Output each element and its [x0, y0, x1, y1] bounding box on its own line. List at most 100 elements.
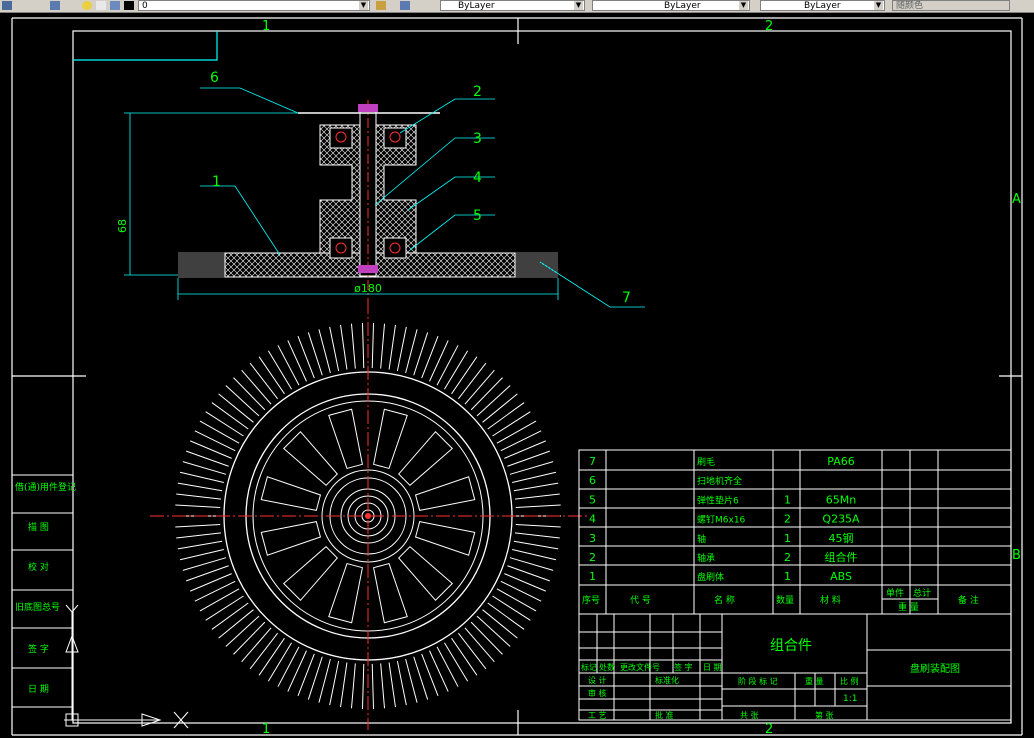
- bom-row-material: 组合件: [825, 550, 858, 564]
- bom-row-no: 6: [589, 474, 596, 487]
- bristle: [249, 362, 279, 400]
- scale-value: 1:1: [843, 694, 857, 704]
- bom-row-material: ABS: [830, 570, 852, 583]
- bristle: [436, 345, 459, 386]
- layer-dropdown[interactable]: 0 ▼: [138, 0, 370, 11]
- row-label-process: 工 艺: [588, 711, 607, 720]
- bristle: [211, 602, 249, 630]
- bom-row-no: 7: [589, 455, 596, 468]
- zone-label-top-1: 1: [262, 19, 270, 34]
- bristle: [233, 377, 266, 411]
- lineweight-dropdown[interactable]: ByLayer ▼: [760, 0, 885, 11]
- bristle: [205, 411, 244, 437]
- bristle: [177, 540, 223, 550]
- bristle: [340, 324, 348, 370]
- sun-icon[interactable]: [96, 1, 106, 10]
- bristle: [190, 440, 232, 459]
- top-view[interactable]: [150, 300, 590, 730]
- rev-label-date: 日 期: [703, 663, 722, 672]
- bom-header-total: 总计: [913, 587, 931, 599]
- ucs-icon: [64, 604, 189, 729]
- bristle: [218, 393, 254, 423]
- bristle: [451, 637, 478, 676]
- layer-previous-icon[interactable]: [400, 1, 410, 10]
- color-dropdown[interactable]: ByLayer ▼: [440, 0, 585, 11]
- stage-label: 阶 段 标 记: [738, 676, 778, 686]
- bristle: [451, 356, 478, 395]
- bom-row: 1 盘刷体 1 ABS: [589, 570, 852, 583]
- bristle: [218, 609, 254, 639]
- bristle: [190, 573, 232, 592]
- bom-row-qty: 1: [784, 493, 791, 506]
- bom-row: 7 刷毛 PA66: [589, 455, 855, 468]
- bristle: [443, 642, 469, 682]
- bristle: [496, 588, 537, 612]
- spoke: [373, 408, 408, 470]
- bristle: [287, 650, 307, 692]
- bristle: [492, 595, 531, 621]
- chevron-down-icon: ▼: [874, 1, 883, 10]
- plotstyle-value: 随颜色: [896, 1, 924, 11]
- bristle: [287, 340, 307, 382]
- drawing-name: 组合件: [770, 638, 812, 654]
- bristle: [176, 532, 222, 539]
- bristle: [340, 662, 348, 708]
- bom-table: [578, 449, 1012, 615]
- layer-states-icon[interactable]: [50, 1, 60, 10]
- bristle: [515, 504, 561, 509]
- lightbulb-icon[interactable]: [82, 1, 92, 10]
- bristle: [350, 323, 356, 369]
- linetype-dropdown[interactable]: ByLayer ▼: [592, 0, 750, 11]
- spoke: [260, 476, 322, 511]
- bristle: [443, 350, 469, 390]
- make-current-icon[interactable]: [376, 1, 386, 10]
- section-view[interactable]: 68 ø180 6 2 3 4 5 1 7: [116, 70, 645, 308]
- bristle: [457, 632, 487, 670]
- bristle: [199, 588, 240, 612]
- chevron-down-icon: ▼: [359, 1, 368, 10]
- row-label-approve: 批 准: [655, 710, 674, 720]
- drawing-canvas[interactable]: 1 2 1 2 A B 68 ø180 6 2 3 4 5 1 7 借(通)用件…: [0, 12, 1034, 738]
- bom-header-material: 材 料: [820, 594, 841, 606]
- bom-row-name: 螺钉M6x16: [697, 515, 746, 526]
- bom-rows: 7 刷毛 PA66 6 扫地机齐全 5 弹性垫片6 1 65Mn 4 螺钉M6x16 2 Q235A 3 轴…: [589, 455, 860, 583]
- bristle: [277, 345, 300, 386]
- spoke: [398, 546, 454, 602]
- plotstyle-dropdown[interactable]: 随颜色: [892, 0, 1010, 11]
- bom-row-qty: 1: [784, 532, 791, 545]
- bristle: [500, 430, 542, 452]
- bristle: [267, 350, 293, 390]
- row-label-design: 设 计: [588, 675, 607, 685]
- bom-row-name: 刷毛: [697, 456, 715, 468]
- bom-header-qty: 数量: [776, 594, 794, 606]
- bristle: [176, 493, 222, 500]
- bristle: [504, 573, 546, 592]
- layer-manager-icon[interactable]: [2, 1, 12, 10]
- bristle: [429, 650, 449, 692]
- bristle: [267, 642, 293, 682]
- zone-label-bottom-2: 2: [765, 722, 773, 737]
- left-label-2: 校 对: [28, 561, 49, 573]
- rev-label-sign: 签 字: [674, 662, 693, 672]
- bom-row-no: 5: [589, 493, 596, 506]
- bom-row-qty: 2: [784, 513, 791, 526]
- bristle: [318, 659, 331, 703]
- sheet-no: 第 张: [815, 710, 834, 720]
- zone-label-a: A: [1012, 192, 1021, 207]
- rev-label-count: 处数: [599, 662, 615, 672]
- left-label-1: 描 图: [28, 521, 49, 533]
- bristle: [482, 609, 518, 639]
- bristle: [329, 326, 340, 372]
- bristle: [388, 662, 396, 708]
- bristle: [457, 362, 487, 400]
- bristle: [241, 369, 272, 405]
- bristle: [194, 430, 236, 452]
- lock-icon[interactable]: [110, 1, 120, 10]
- bom-row-name: 弹性垫片6: [697, 494, 739, 506]
- linetype-value: ByLayer: [664, 1, 701, 11]
- left-label-5: 日 期: [28, 684, 49, 695]
- row-label-review: 审 核: [588, 688, 607, 698]
- bristle: [179, 549, 224, 561]
- bristle: [436, 646, 459, 687]
- rev-label-mark: 标记: [581, 662, 597, 672]
